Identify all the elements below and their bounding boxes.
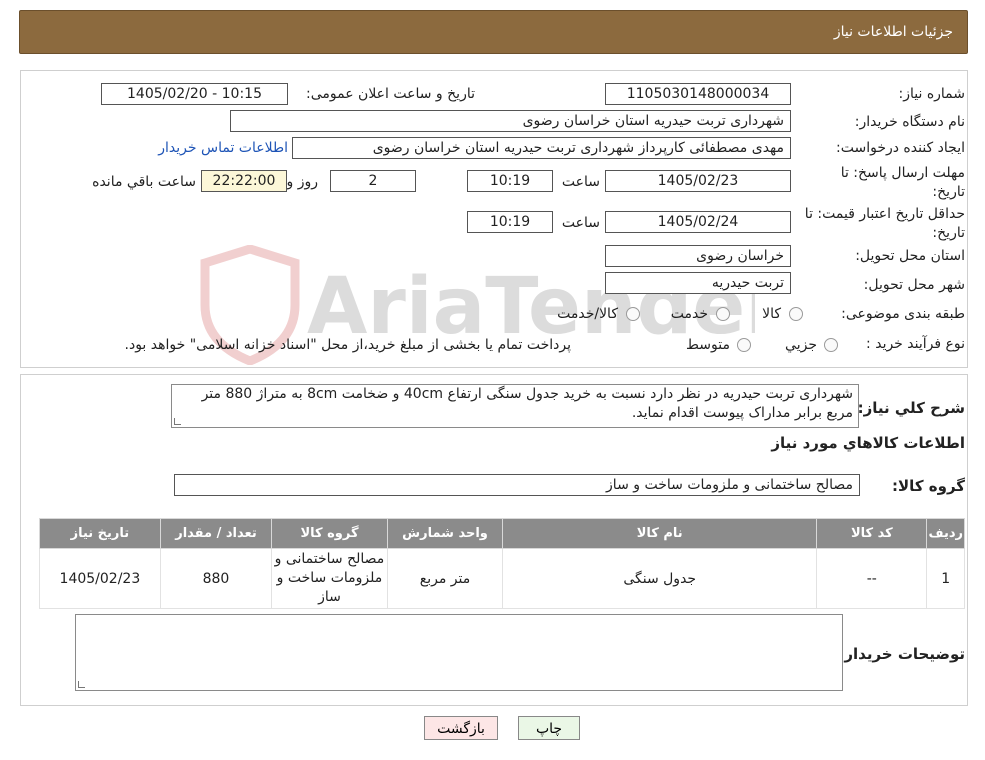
category-radio-service[interactable] <box>716 307 730 321</box>
page-title: جزئیات اطلاعات نیاز <box>833 24 953 40</box>
days-remaining-field: 2 <box>330 170 416 192</box>
need-number-label: شماره نیاز: <box>898 86 966 102</box>
col-item-group: گروه کالا <box>271 518 388 549</box>
col-item-code: کد کالا <box>816 518 928 549</box>
province-field: خراسان رضوی <box>605 245 791 267</box>
announce-date-field: 1405/02/20 - 10:15 <box>101 83 288 105</box>
cell-unit: متر مربع <box>386 548 504 609</box>
goods-table: رديف کد کالا نام کالا واحد شمارش گروه کا… <box>39 518 965 609</box>
cell-quantity: 880 <box>159 548 273 609</box>
validity-time-label: ساعت <box>561 215 600 231</box>
buyer-org-label: نام دستگاه خریدار: <box>854 114 965 130</box>
col-need-date: تاريخ نياز <box>39 518 161 549</box>
category-radio-goods[interactable] <box>789 307 803 321</box>
buyer-contact-link[interactable]: اطلاعات تماس خریدار <box>158 140 288 156</box>
col-quantity: تعداد / مقدار <box>159 518 273 549</box>
deadline-label: مهلت ارسال پاسخ: تا <box>840 165 965 181</box>
description-text: شهرداری تربت حیدریه در نظر دارد نسبت به … <box>201 386 853 421</box>
validity-date-field: 1405/02/24 <box>605 211 791 233</box>
cell-row-number: 1 <box>926 548 965 609</box>
category-label: طبقه بندی موضوعی: <box>841 306 965 322</box>
col-item-name: نام کالا <box>502 518 818 549</box>
process-radio-minor[interactable] <box>824 338 838 352</box>
validity-label-2: تاریخ: <box>932 225 965 241</box>
validity-time-field: 10:19 <box>467 211 553 233</box>
category-option-goods-service: کالا/خدمت <box>557 306 618 322</box>
goods-info-title: اطلاعات کالاهاي مورد نياز <box>771 434 965 452</box>
back-button[interactable]: بازگشت <box>424 716 498 740</box>
description-label: شرح کلي نياز: <box>857 399 965 417</box>
time-remaining-field: 22:22:00 <box>201 170 287 192</box>
description-box: شهرداری تربت حیدریه در نظر دارد نسبت به … <box>171 384 859 428</box>
cell-need-date: 1405/02/23 <box>39 548 161 609</box>
process-option-minor: جزیي <box>785 337 817 353</box>
cell-item-code: -- <box>816 548 928 609</box>
province-label: استان محل تحویل: <box>855 248 965 264</box>
cell-item-name: جدول سنگی <box>502 548 818 609</box>
deadline-label-2: تاریخ: <box>932 184 965 200</box>
creator-label: ایجاد کننده درخواست: <box>836 140 965 156</box>
cell-item-group: مصالح ساختمانی و ملزومات ساخت و ساز <box>271 548 388 609</box>
notes-resize-handle-icon[interactable] <box>78 681 85 688</box>
announce-date-label: تاریخ و ساعت اعلان عمومی: <box>306 86 475 102</box>
process-option-medium: متوسط <box>686 337 730 353</box>
validity-label: حداقل تاریخ اعتبار قیمت: تا <box>804 206 965 222</box>
print-button[interactable]: چاپ <box>518 716 580 740</box>
category-radio-goods-service[interactable] <box>626 307 640 321</box>
city-label: شهر محل تحویل: <box>863 277 965 293</box>
category-option-service: خدمت <box>670 306 708 322</box>
goods-group-field: مصالح ساختمانی و ملزومات ساخت و ساز <box>174 474 860 496</box>
deadline-time-label: ساعت <box>561 174 600 190</box>
col-row-number: رديف <box>926 518 965 549</box>
table-header-row: رديف کد کالا نام کالا واحد شمارش گروه کا… <box>39 518 965 549</box>
buyer-notes-label: توضیحات خریدار: <box>838 645 965 663</box>
time-remaining-label: ساعت باقي مانده <box>92 174 196 190</box>
city-field: تربت حیدریه <box>605 272 791 294</box>
days-label: روز و <box>286 174 319 190</box>
col-unit: واحد شمارش <box>386 518 504 549</box>
buyer-notes-box[interactable] <box>75 614 843 691</box>
page-header: جزئیات اطلاعات نیاز <box>19 10 968 54</box>
goods-group-label: گروه کالا: <box>892 477 965 495</box>
resize-handle-icon[interactable] <box>174 418 181 425</box>
buyer-org-field: شهرداری تربت حیدریه استان خراسان رضوی <box>230 110 791 132</box>
need-number-field: 1105030148000034 <box>605 83 791 105</box>
table-row: 1 -- جدول سنگی متر مربع مصالح ساختمانی و… <box>39 548 965 609</box>
process-payment-note: پرداخت تمام یا بخشی از مبلغ خرید،از محل … <box>124 337 571 353</box>
creator-field: مهدی مصطفائی کارپرداز شهرداری تربت حیدری… <box>292 137 791 159</box>
category-option-goods: کالا <box>762 306 781 322</box>
process-radio-medium[interactable] <box>737 338 751 352</box>
process-label: نوع فرآیند خرید : <box>866 336 965 352</box>
deadline-date-field: 1405/02/23 <box>605 170 791 192</box>
deadline-time-field: 10:19 <box>467 170 553 192</box>
